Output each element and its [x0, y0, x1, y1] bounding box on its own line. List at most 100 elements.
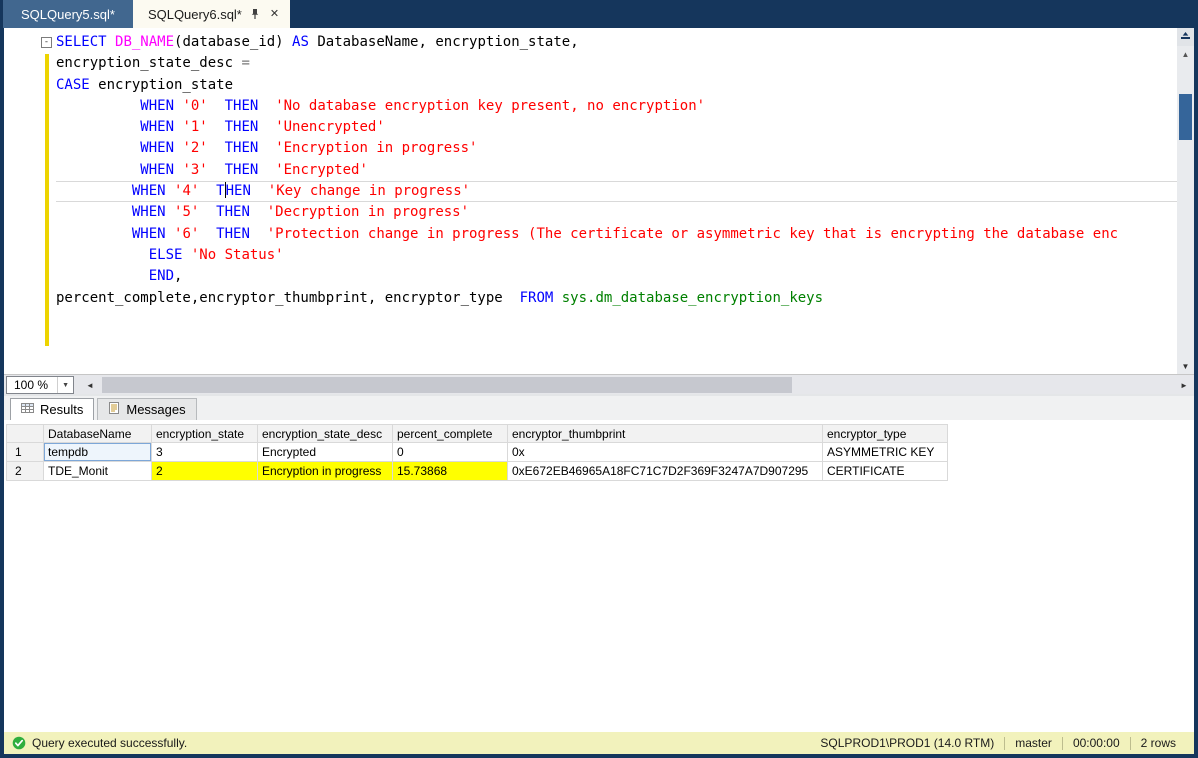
column-header[interactable]: encryption_state_desc	[258, 424, 393, 443]
row-number[interactable]: 1	[6, 443, 44, 462]
code-line: WHEN '6' THEN 'Protection change in prog…	[56, 224, 1177, 245]
code-token	[251, 183, 268, 199]
code-token	[56, 226, 132, 242]
grid-cell[interactable]: 0	[393, 443, 508, 462]
code-token: 'No database encryption key present, no …	[275, 98, 705, 114]
code-token	[56, 247, 149, 263]
code-token	[56, 162, 140, 178]
pin-icon[interactable]	[250, 8, 260, 20]
vertical-scrollbar-thumb[interactable]	[1179, 94, 1192, 140]
code-token: encryption_state_desc	[56, 55, 241, 71]
tab-label: SQLQuery6.sql*	[148, 7, 242, 22]
document-tabbar: SQLQuery5.sql* SQLQuery6.sql* ✕	[0, 0, 1198, 28]
code-line: WHEN '0' THEN 'No database encryption ke…	[56, 96, 1177, 117]
tab-results[interactable]: Results	[10, 398, 94, 420]
code-token: WHEN	[140, 119, 182, 135]
code-token: CASE	[56, 77, 90, 93]
messages-icon	[108, 402, 120, 417]
horizontal-scrollbar[interactable]: ◄ ►	[82, 376, 1192, 394]
horizontal-scroll-track[interactable]	[98, 376, 1176, 394]
results-grid: DatabaseNameencryption_stateencryption_s…	[6, 424, 1194, 481]
code-token: '3'	[182, 162, 207, 178]
code-token: THEN	[225, 119, 259, 135]
code-token	[208, 119, 225, 135]
grid-cell[interactable]: 2	[152, 462, 258, 481]
code-line: WHEN '2' THEN 'Encryption in progress'	[56, 138, 1177, 159]
code-token	[56, 204, 132, 220]
grid-cell[interactable]: TDE_Monit	[44, 462, 152, 481]
grid-cell[interactable]: tempdb	[44, 443, 152, 462]
code-token: SELECT	[56, 34, 115, 50]
code-token: ,	[174, 268, 182, 284]
vertical-scrollbar[interactable]: ▲ ▼	[1177, 28, 1194, 374]
code-token: T	[216, 183, 224, 199]
column-header[interactable]: encryption_state	[152, 424, 258, 443]
database-name: master	[1005, 736, 1062, 750]
scroll-right-icon[interactable]: ►	[1176, 381, 1192, 390]
column-header[interactable]: DatabaseName	[44, 424, 152, 443]
code-token: AS	[292, 34, 309, 50]
code-line: END,	[56, 266, 1177, 287]
code-token	[56, 98, 140, 114]
code-token: WHEN	[140, 98, 182, 114]
sql-editor[interactable]: - SELECT DB_NAME(database_id) AS Databas…	[4, 28, 1194, 374]
code-token: ELSE	[149, 247, 191, 263]
grid-header-row: DatabaseNameencryption_stateencryption_s…	[6, 424, 1194, 443]
code-token	[258, 119, 275, 135]
grid-cell[interactable]: Encryption in progress	[258, 462, 393, 481]
column-header[interactable]: percent_complete	[393, 424, 508, 443]
code-token	[208, 162, 225, 178]
tab-label: SQLQuery5.sql*	[21, 7, 115, 22]
code-token	[199, 204, 216, 220]
code-token: FROM	[520, 290, 554, 306]
tab-messages[interactable]: Messages	[97, 398, 196, 420]
code-token	[56, 140, 140, 156]
code-token: WHEN	[132, 226, 174, 242]
grid-cell[interactable]: 0x	[508, 443, 823, 462]
code-token: '5'	[174, 204, 199, 220]
grid-cell[interactable]: 3	[152, 443, 258, 462]
corner-header[interactable]	[6, 424, 44, 443]
tab-sqlquery5[interactable]: SQLQuery5.sql*	[3, 0, 133, 28]
zoom-combo[interactable]: 100 % ▼	[6, 376, 74, 394]
collapse-region-icon[interactable]: -	[41, 37, 52, 48]
code-token: THEN	[225, 162, 259, 178]
code-token: HEN	[226, 183, 251, 199]
column-header[interactable]: encryptor_thumbprint	[508, 424, 823, 443]
elapsed-time: 00:00:00	[1063, 736, 1130, 750]
code-token: THEN	[225, 98, 259, 114]
code-token: WHEN	[140, 140, 182, 156]
code-token: 'Key change in progress'	[268, 183, 470, 199]
code-area[interactable]: SELECT DB_NAME(database_id) AS DatabaseN…	[4, 28, 1177, 374]
results-grid-icon	[21, 402, 34, 417]
grid-cell[interactable]: Encrypted	[258, 443, 393, 462]
close-icon[interactable]: ✕	[268, 8, 281, 21]
grid-cell[interactable]: ASYMMETRIC KEY	[823, 443, 948, 462]
grid-cell[interactable]: CERTIFICATE	[823, 462, 948, 481]
code-token: sys.dm_database_encryption_keys	[562, 290, 823, 306]
code-line: WHEN '1' THEN 'Unencrypted'	[56, 117, 1177, 138]
code-line: WHEN '4' THEN 'Key change in progress'	[56, 181, 1177, 202]
horizontal-scrollbar-thumb[interactable]	[102, 377, 792, 393]
tab-sqlquery6[interactable]: SQLQuery6.sql* ✕	[133, 0, 290, 28]
code-line: encryption_state_desc =	[56, 53, 1177, 74]
row-number[interactable]: 2	[6, 462, 44, 481]
split-editor-grip-icon[interactable]	[1177, 28, 1194, 46]
scroll-down-icon[interactable]: ▼	[1177, 362, 1194, 371]
success-check-icon	[12, 736, 26, 750]
code-line: SELECT DB_NAME(database_id) AS DatabaseN…	[56, 32, 1177, 53]
code-token	[199, 226, 216, 242]
code-token: '0'	[182, 98, 207, 114]
status-bar: Query executed successfully. SQLPROD1\PR…	[4, 732, 1194, 754]
code-token: percent_complete,encryptor_thumbprint, e…	[56, 290, 520, 306]
column-header[interactable]: encryptor_type	[823, 424, 948, 443]
grid-cell[interactable]: 15.73868	[393, 462, 508, 481]
scroll-up-icon[interactable]: ▲	[1177, 50, 1194, 59]
grid-cell[interactable]: 0xE672EB46965A18FC71C7D2F369F3247A7D9072…	[508, 462, 823, 481]
code-token: (database_id)	[174, 34, 292, 50]
code-token: 'No Status'	[191, 247, 284, 263]
scroll-left-icon[interactable]: ◄	[82, 381, 98, 390]
editor-bottom-bar: 100 % ▼ ◄ ►	[4, 374, 1194, 394]
code-token	[56, 119, 140, 135]
results-tabstrip: Results Messages	[4, 394, 1194, 420]
